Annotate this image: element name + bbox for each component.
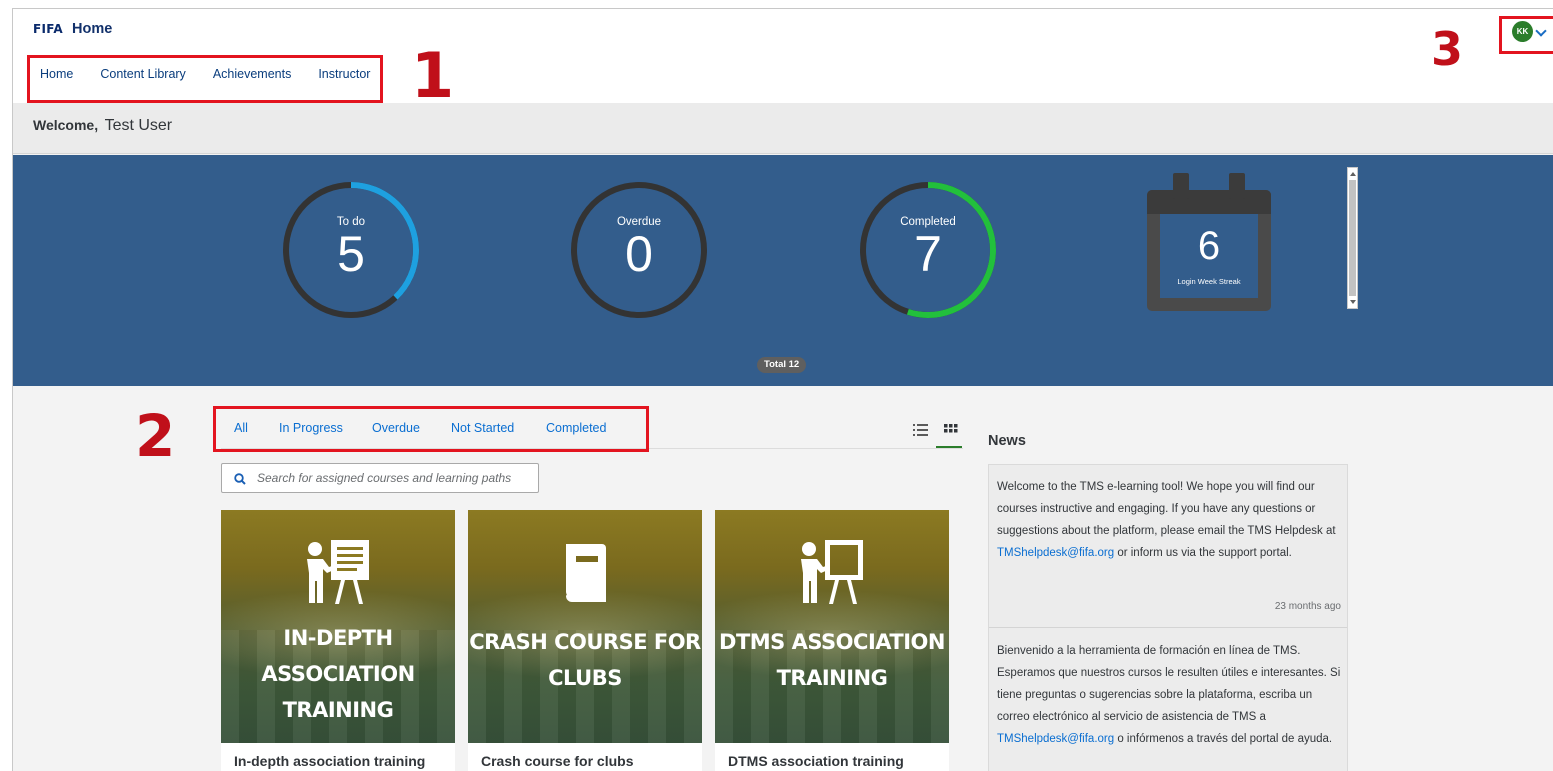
news-heading: News (988, 433, 1026, 449)
scroll-thumb[interactable] (1349, 180, 1356, 296)
scroll-up-arrow-icon[interactable] (1350, 172, 1356, 176)
completed-count: 7 (914, 226, 942, 282)
annotation-box-nav (27, 55, 383, 103)
app-window: FIFA Home Home Content Library Achieveme… (12, 8, 1553, 771)
todo-stat[interactable]: To do 5 (281, 180, 421, 320)
instructor-board-icon (307, 540, 369, 604)
active-view-indicator (936, 446, 962, 448)
news-timestamp: 23 months ago (1274, 601, 1341, 612)
streak-count: 6 (1197, 224, 1221, 268)
news-divider (989, 627, 1347, 628)
annotation-box-tabs (213, 406, 649, 452)
stats-scrollbar[interactable] (1347, 167, 1358, 309)
course-card[interactable]: CRASH COURSE FOR CLUBS Crash course for … (468, 510, 702, 771)
course-name[interactable]: In-depth association training (234, 753, 425, 769)
welcome-prefix: Welcome, (33, 117, 99, 133)
course-thumbnail: DTMS ASSOCIATION TRAINING (715, 510, 949, 743)
scroll-down-arrow-icon[interactable] (1350, 300, 1356, 304)
news-item: Bienvenido a la herramienta de formación… (997, 645, 1341, 745)
brand: FIFA Home (33, 21, 112, 37)
login-streak-calendar[interactable]: 6 Login Week Streak (1147, 173, 1271, 311)
course-name[interactable]: Crash course for clubs (481, 753, 634, 769)
course-card[interactable]: IN-DEPTH ASSOCIATION TRAINING In-depth a… (221, 510, 455, 771)
course-thumbnail: CRASH COURSE FOR CLUBS (468, 510, 702, 743)
course-overlay-title: CRASH COURSE FOR CLUBS (469, 630, 701, 690)
helpdesk-email-link[interactable]: TMShelpdesk@fifa.org (997, 733, 1114, 745)
annotation-box-user-menu (1499, 16, 1553, 54)
instructor-board-icon (801, 540, 863, 604)
completed-stat[interactable]: Completed 7 (858, 180, 998, 320)
streak-label: Login Week Streak (1177, 277, 1241, 286)
helpdesk-email-link[interactable]: TMShelpdesk@fifa.org (997, 547, 1114, 559)
fifa-logo[interactable]: FIFA (33, 22, 63, 36)
book-icon (566, 544, 606, 602)
search-input[interactable] (257, 464, 533, 492)
stats-banner: To do 5 Overdue 0 Completed 7 6 Login We… (13, 155, 1553, 386)
welcome-bar: Welcome, Test User (13, 103, 1553, 154)
annotation-number: 1 (411, 39, 455, 112)
news-panel: Welcome to the TMS e-learning tool! We h… (988, 464, 1348, 771)
search-icon (234, 473, 246, 485)
list-view-icon[interactable] (911, 420, 931, 440)
course-name[interactable]: DTMS association training (728, 753, 904, 769)
annotation-number: 2 (135, 402, 176, 470)
view-toggle (911, 419, 971, 448)
annotation-number: 3 (1431, 22, 1464, 76)
welcome-user-name: Test User (104, 117, 173, 134)
course-overlay-title: DTMS ASSOCIATION TRAINING (719, 630, 945, 690)
news-item: Welcome to the TMS e-learning tool! We h… (997, 481, 1336, 559)
page-title: Home (71, 21, 113, 37)
overdue-count: 0 (625, 226, 653, 282)
course-search (221, 463, 539, 493)
course-card[interactable]: DTMS ASSOCIATION TRAINING DTMS associati… (715, 510, 949, 771)
course-thumbnail: IN-DEPTH ASSOCIATION TRAINING (221, 510, 455, 743)
course-overlay-title: IN-DEPTH ASSOCIATION TRAINING (261, 626, 415, 722)
overdue-stat[interactable]: Overdue 0 (569, 180, 709, 320)
grid-view-icon[interactable] (941, 419, 961, 441)
total-badge: Total 12 (757, 357, 807, 373)
todo-count: 5 (337, 226, 365, 282)
